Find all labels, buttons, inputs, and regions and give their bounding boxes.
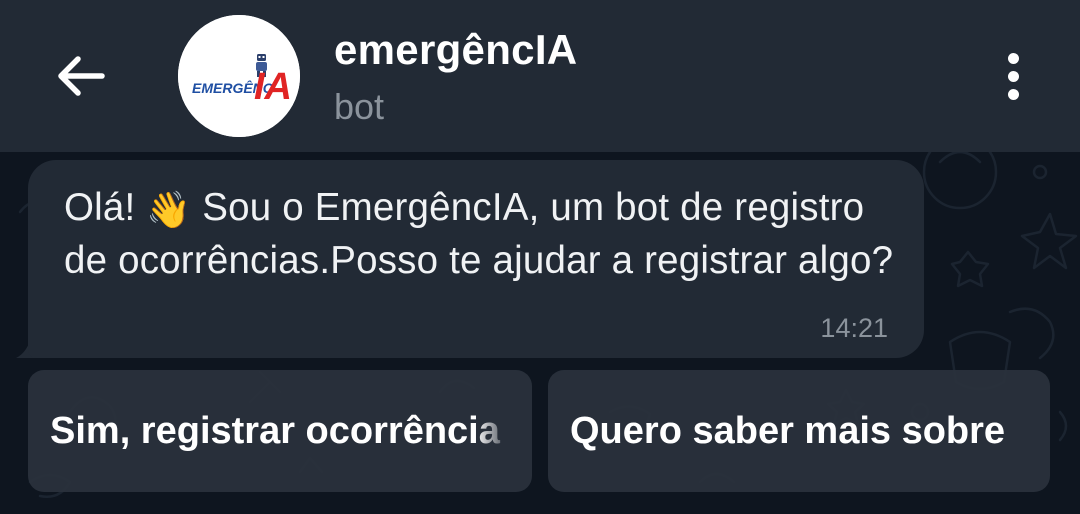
- reply-button-label: Sim, registrar ocorrência: [50, 409, 500, 452]
- chat-subtitle: bot: [334, 86, 385, 127]
- chat-header: EMERGÊNC IA emergêncIA bot: [0, 0, 1080, 152]
- more-options-button[interactable]: [990, 44, 1036, 108]
- more-vertical-icon: [1007, 52, 1019, 64]
- message-time: 14:21: [820, 313, 888, 343]
- waving-hand-icon: 👋: [146, 189, 192, 230]
- logo-accent: IA: [254, 66, 292, 108]
- more-vertical-icon-dot: [1007, 70, 1019, 82]
- message-text-start: Olá!: [64, 186, 147, 229]
- emergencia-logo: EMERGÊNC IA: [178, 15, 300, 137]
- chat-title[interactable]: emergêncIA: [334, 26, 577, 74]
- arrow-left-icon: [58, 56, 105, 96]
- message-bubble[interactable]: Olá! 👋 Sou o EmergêncIA, um bot de regis…: [28, 160, 924, 358]
- avatar[interactable]: EMERGÊNC IA: [178, 15, 300, 137]
- reply-button-label: Quero saber mais sobre: [570, 409, 1006, 452]
- reply-button-register[interactable]: Sim, registrar ocorrência: [28, 370, 532, 492]
- message-text: Olá! 👋 Sou o EmergêncIA, um bot de regis…: [64, 182, 904, 286]
- reply-button-learn-more[interactable]: Quero saber mais sobre: [548, 370, 1050, 492]
- back-button[interactable]: [48, 44, 112, 108]
- more-vertical-icon-dot: [1007, 88, 1019, 100]
